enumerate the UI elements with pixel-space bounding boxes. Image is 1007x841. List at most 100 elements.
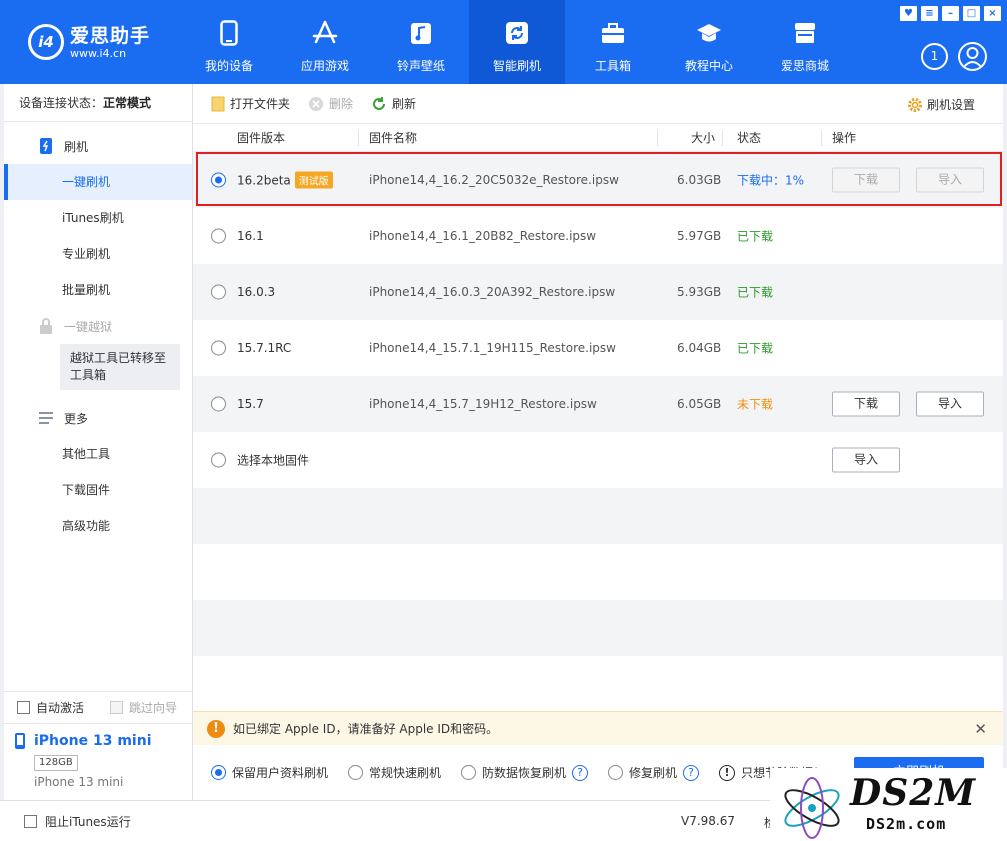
nav-toolbox[interactable]: 工具箱 — [565, 0, 661, 84]
app-store-icon — [312, 20, 338, 46]
auto-activate-checkbox[interactable] — [17, 701, 30, 714]
sidebar-item-advanced[interactable]: 高级功能 — [4, 508, 192, 544]
table-row[interactable]: 16.0.3 iPhone14,4_16.0.3_20A392_Restore.… — [193, 264, 1003, 320]
firmware-status: 已下载 — [737, 341, 774, 356]
firmware-name: iPhone14,4_16.2_20C5032e_Restore.ipsw — [369, 173, 619, 187]
option-keep-data[interactable]: 保留用户资料刷机 — [211, 764, 328, 781]
local-firmware-radio[interactable] — [211, 452, 226, 468]
delete-icon — [308, 96, 324, 112]
sidebar-item-download-firmware[interactable]: 下载固件 — [4, 472, 192, 508]
nav-store[interactable]: 爱思商城 — [757, 0, 853, 84]
sidebar-item-pro-flash[interactable]: 专业刷机 — [4, 236, 192, 272]
sidebar-item-one-click-flash[interactable]: 一键刷机 — [4, 164, 192, 200]
nav-label: 智能刷机 — [492, 59, 541, 73]
table-row[interactable]: 16.1 iPhone14,4_16.1_20B82_Restore.ipsw … — [193, 208, 1003, 264]
option-radio[interactable] — [461, 765, 477, 780]
download-button[interactable]: 下载 — [832, 167, 900, 193]
import-button[interactable]: 导入 — [916, 391, 984, 417]
block-itunes-checkbox[interactable] — [24, 814, 37, 828]
main-panel: 打开文件夹 删除 刷新 刷机设置 固件版本 固件名称 大小 状态 操作 16.2… — [193, 84, 1003, 800]
watermark: DS2M DS2m.com — [770, 768, 1007, 841]
menu-icon[interactable]: ≡ — [921, 6, 938, 21]
sidebar-item-itunes-flash[interactable]: iTunes刷机 — [4, 200, 192, 236]
atom-logo-icon — [784, 777, 840, 839]
sidebar-item-other-tools[interactable]: 其他工具 — [4, 436, 192, 472]
option-anti-recovery[interactable]: 防数据恢复刷机 ? — [461, 764, 589, 781]
maximize-icon[interactable]: □ — [963, 6, 980, 21]
skip-guide-checkbox[interactable] — [110, 701, 124, 714]
close-icon[interactable]: ✕ — [974, 720, 987, 738]
minimize-icon[interactable]: – — [942, 6, 959, 21]
firmware-size: 6.05GB — [677, 397, 722, 411]
option-repair[interactable]: 修复刷机 ? — [608, 764, 700, 781]
flash-settings-button[interactable]: 刷机设置 — [907, 96, 975, 113]
nav-my-device[interactable]: 我的设备 — [181, 0, 277, 84]
col-ops: 操作 — [832, 131, 857, 145]
firmware-size: 5.97GB — [677, 229, 722, 243]
refresh-icon — [505, 20, 529, 46]
delete-button[interactable]: 删除 — [308, 95, 353, 112]
sidebar-item-batch-flash[interactable]: 批量刷机 — [4, 272, 192, 308]
graduation-cap-icon — [696, 20, 722, 46]
phone-flash-icon — [38, 137, 54, 155]
sidebar-group-flash[interactable]: 刷机 — [4, 128, 192, 164]
option-radio[interactable] — [348, 765, 364, 780]
firmware-status: 已下载 — [737, 229, 774, 244]
firmware-radio[interactable] — [211, 284, 226, 300]
refresh-icon — [371, 96, 387, 112]
table-row[interactable]: 15.7.1RC iPhone14,4_15.7.1_19H115_Restor… — [193, 320, 1003, 376]
firmware-status: 已下载 — [737, 285, 774, 300]
col-version: 固件版本 — [237, 131, 286, 145]
firmware-status: 未下载 — [737, 397, 774, 412]
user-avatar-icon[interactable] — [958, 42, 987, 71]
option-radio[interactable] — [211, 765, 226, 780]
beta-tag: 测试版 — [294, 171, 333, 189]
top-bar: i4 爱思助手 www.i4.cn 我的设备 应用游戏 铃声壁纸 智能刷机 工具… — [0, 0, 1007, 84]
open-folder-button[interactable]: 打开文件夹 — [211, 95, 290, 112]
firmware-size: 5.93GB — [677, 285, 722, 299]
music-icon — [409, 20, 433, 46]
table-row[interactable]: 选择本地固件 导入 — [193, 432, 1003, 488]
help-icon[interactable]: ? — [572, 764, 589, 781]
refresh-button[interactable]: 刷新 — [371, 95, 416, 112]
table-row[interactable]: 16.2beta 测试版 iPhone14,4_16.2_20C5032e_Res… — [193, 152, 1003, 208]
close-icon[interactable]: × — [984, 6, 1001, 21]
firmware-radio[interactable] — [211, 396, 226, 412]
app-version: V7.98.67 — [681, 814, 736, 828]
table-row[interactable]: 15.7 iPhone14,4_15.7_19H12_Restore.ipsw … — [193, 376, 1003, 432]
shirt-icon[interactable]: ♥ — [900, 6, 917, 21]
import-button[interactable]: 导入 — [916, 167, 984, 193]
nav-label: 教程中心 — [684, 59, 733, 73]
help-icon[interactable]: ? — [683, 764, 700, 781]
option-quick[interactable]: 常规快速刷机 — [348, 764, 441, 781]
option-radio[interactable] — [608, 765, 624, 780]
watermark-text: DS2M — [850, 772, 977, 814]
nav-label: 工具箱 — [594, 59, 631, 73]
firmware-radio[interactable] — [211, 172, 226, 188]
sidebar: 设备连接状态：正常模式 刷机 一键刷机 iTunes刷机 专业刷机 批量刷机 一… — [4, 84, 193, 800]
empty-row — [193, 600, 1003, 656]
firmware-radio[interactable] — [211, 340, 226, 356]
empty-row — [193, 488, 1003, 544]
notification-badge[interactable]: 1 — [921, 43, 948, 70]
device-info: iPhone 13 mini 128GB iPhone 13 mini — [4, 723, 192, 800]
firmware-version: 15.7 — [237, 397, 264, 411]
nav-tutorials[interactable]: 教程中心 — [661, 0, 757, 84]
firmware-name: iPhone14,4_15.7_19H12_Restore.ipsw — [369, 397, 597, 411]
firmware-status: 下载中：1% — [737, 173, 805, 188]
sidebar-group-more[interactable]: 更多 — [4, 400, 192, 436]
nav-ringtones[interactable]: 铃声壁纸 — [373, 0, 469, 84]
firmware-name: iPhone14,4_16.0.3_20A392_Restore.ipsw — [369, 285, 616, 299]
firmware-radio[interactable] — [211, 228, 226, 244]
nav-smart-flash[interactable]: 智能刷机 — [469, 0, 565, 84]
nav-apps[interactable]: 应用游戏 — [277, 0, 373, 84]
import-button[interactable]: 导入 — [832, 447, 900, 473]
skip-guide-option: 跳过向导 — [110, 699, 177, 716]
auto-activate-row: 自动激活 跳过向导 — [4, 691, 192, 723]
app-logo: i4 爱思助手 www.i4.cn — [28, 24, 150, 60]
main-nav: 我的设备 应用游戏 铃声壁纸 智能刷机 工具箱 教程中心 爱思商城 — [181, 0, 853, 84]
apple-id-notice: ! 如已绑定 Apple ID，请准备好 Apple ID和密码。 ✕ — [193, 711, 1003, 745]
download-button[interactable]: 下载 — [832, 391, 900, 417]
firmware-name: iPhone14,4_15.7.1_19H115_Restore.ipsw — [369, 341, 616, 355]
logo-mark: i4 — [28, 24, 64, 60]
